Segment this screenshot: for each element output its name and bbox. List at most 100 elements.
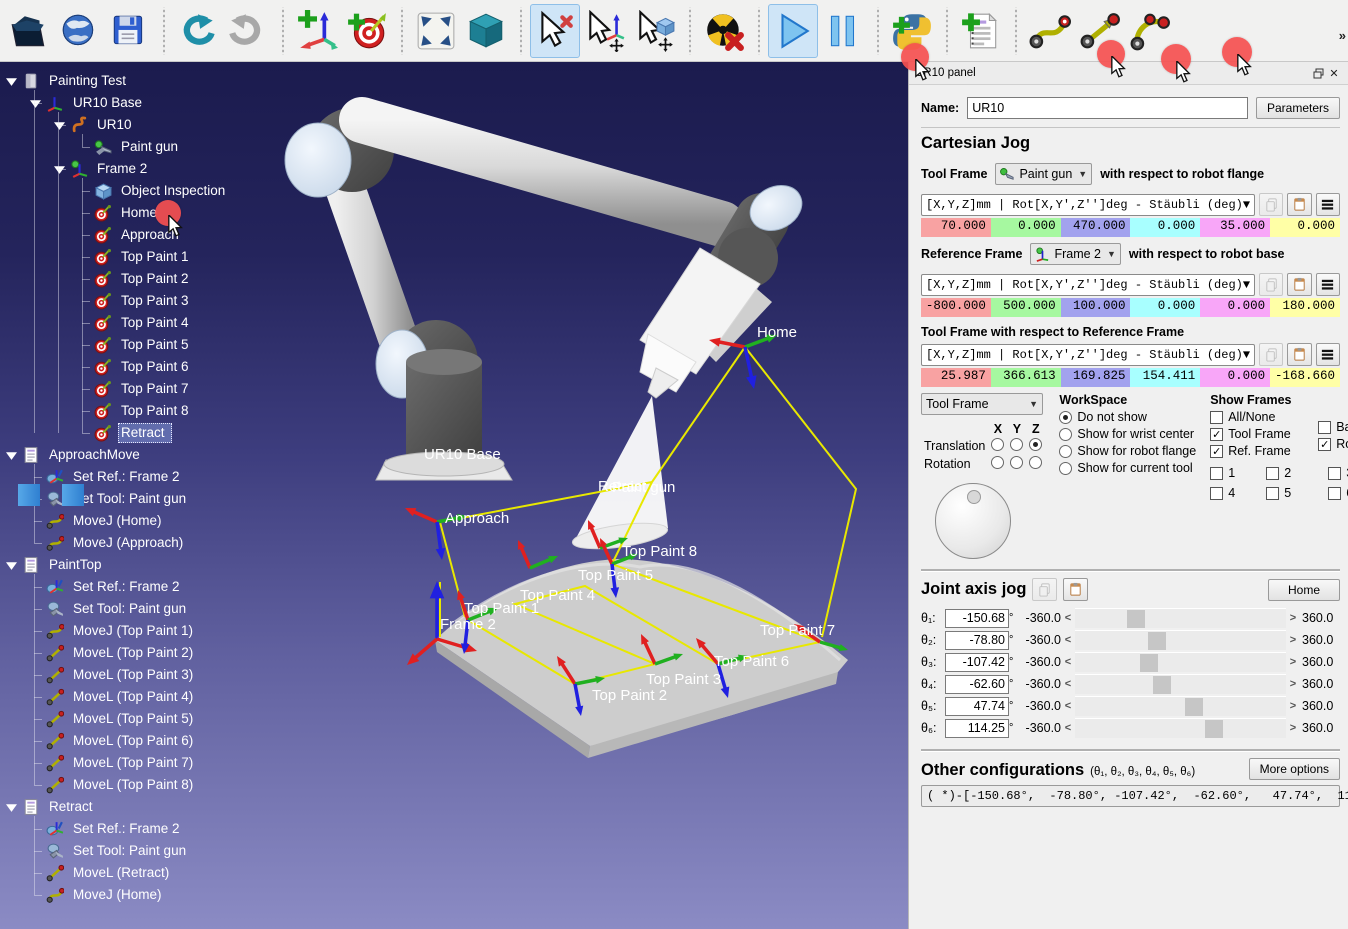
paste-pose-button-3[interactable] <box>1287 343 1311 366</box>
pose-menu-button[interactable] <box>1316 193 1340 216</box>
pose-menu-button-2[interactable] <box>1316 273 1340 296</box>
rotation-y-radio[interactable] <box>1010 456 1023 469</box>
joint-decrease-arrow[interactable]: < <box>1061 678 1075 690</box>
move-object-button[interactable] <box>630 4 680 58</box>
check-collisions-button[interactable] <box>699 4 749 58</box>
float-panel-icon[interactable] <box>1310 65 1326 81</box>
parameters-button[interactable]: Parameters <box>1256 97 1340 119</box>
slider-handle[interactable] <box>1153 676 1171 694</box>
redo-button[interactable] <box>223 4 273 58</box>
translation-z-radio[interactable] <box>1029 438 1042 451</box>
tree-item-top-paint-6[interactable]: Top Paint 6 <box>0 356 300 378</box>
jog-knob[interactable] <box>935 483 1011 559</box>
pose-menu-button-3[interactable] <box>1316 343 1340 366</box>
tree-item-top-paint-8[interactable]: Top Paint 8 <box>0 400 300 422</box>
frame-checkbox[interactable] <box>1318 421 1331 434</box>
tree-item-retract[interactable]: Retract <box>0 796 300 818</box>
joint-increase-arrow[interactable]: > <box>1286 656 1300 668</box>
joint-decrease-arrow[interactable]: < <box>1061 612 1075 624</box>
rotation-x-radio[interactable] <box>991 456 1004 469</box>
tree-item-retract[interactable]: Retract <box>0 422 300 444</box>
save-station-button[interactable] <box>104 4 154 58</box>
frame-checkbox[interactable] <box>1210 467 1223 480</box>
expand-arrow-icon[interactable] <box>4 74 18 88</box>
open-online-library-button[interactable] <box>54 4 104 58</box>
joint-increase-arrow[interactable]: > <box>1286 678 1300 690</box>
joint-3-input[interactable] <box>945 653 1009 672</box>
joint-1-input[interactable] <box>945 609 1009 628</box>
tree-item-top-paint-4[interactable]: Top Paint 4 <box>0 312 300 334</box>
rotation-z-radio[interactable] <box>1029 456 1042 469</box>
tree-item-movel-top-paint-4[interactable]: MoveL (Top Paint 4) <box>0 686 300 708</box>
frame-checkbox[interactable] <box>1266 487 1279 500</box>
joint-2-input[interactable] <box>945 631 1009 650</box>
isometric-view-button[interactable] <box>461 4 511 58</box>
tree-item-top-paint-2[interactable]: Top Paint 2 <box>0 268 300 290</box>
slider-handle[interactable] <box>1185 698 1203 716</box>
frame-checkbox[interactable]: ✓ <box>1318 438 1331 451</box>
more-options-button[interactable]: More options <box>1249 758 1340 780</box>
add-target-button[interactable] <box>342 4 392 58</box>
jog-mode-select[interactable]: Tool Frame▼ <box>921 393 1043 415</box>
joint-increase-arrow[interactable]: > <box>1286 634 1300 646</box>
move-reference-button[interactable] <box>580 4 630 58</box>
tree-item-painttop[interactable]: PaintTop <box>0 554 300 576</box>
tree-item-movel-top-paint-8[interactable]: MoveL (Top Paint 8) <box>0 774 300 796</box>
tree-item-movej-approach[interactable]: MoveJ (Approach) <box>0 532 300 554</box>
add-python-program-button[interactable] <box>887 4 937 58</box>
joint-decrease-arrow[interactable]: < <box>1061 700 1075 712</box>
pose-format-select-3[interactable]: [X,Y,Z]mm | Rot[X,Y',Z'']deg - Stäubli (… <box>921 344 1255 366</box>
translation-y-radio[interactable] <box>1010 438 1023 451</box>
tree-item-ur10[interactable]: UR10 <box>0 114 300 136</box>
tree-item-movel-top-paint-2[interactable]: MoveL (Top Paint 2) <box>0 642 300 664</box>
expand-arrow-icon[interactable] <box>4 448 18 462</box>
tree-item-painting-test[interactable]: Painting Test <box>0 70 300 92</box>
tree-item-top-paint-7[interactable]: Top Paint 7 <box>0 378 300 400</box>
tree-item-approachmove[interactable]: ApproachMove <box>0 444 300 466</box>
copy-pose-button-2[interactable] <box>1259 273 1283 296</box>
panel-titlebar[interactable]: UR10 panel ✕ <box>909 62 1348 85</box>
slider-handle[interactable] <box>1148 632 1166 650</box>
tree-item-paint-gun[interactable]: Paint gun <box>0 136 300 158</box>
add-program-button[interactable] <box>956 4 1006 58</box>
close-panel-icon[interactable]: ✕ <box>1326 65 1342 81</box>
joint-5-slider[interactable] <box>1075 696 1286 716</box>
tree-item-object-inspection[interactable]: Object Inspection <box>0 180 300 202</box>
toolbar-overflow-chevron[interactable]: » <box>1339 28 1346 43</box>
tree-item-top-paint-3[interactable]: Top Paint 3 <box>0 290 300 312</box>
add-reference-frame-button[interactable] <box>292 4 342 58</box>
joint-increase-arrow[interactable]: > <box>1286 722 1300 734</box>
workspace-radio[interactable] <box>1059 428 1072 441</box>
joint-increase-arrow[interactable]: > <box>1286 700 1300 712</box>
tool-frame-select[interactable]: Paint gun▼ <box>995 163 1092 185</box>
joint-decrease-arrow[interactable]: < <box>1061 634 1075 646</box>
expand-arrow-icon[interactable] <box>4 558 18 572</box>
movej-instruction-button[interactable] <box>1025 4 1075 58</box>
copy-pose-button-3[interactable] <box>1259 343 1283 366</box>
joint-5-input[interactable] <box>945 697 1009 716</box>
frame-checkbox[interactable] <box>1210 411 1223 424</box>
joint-decrease-arrow[interactable]: < <box>1061 656 1075 668</box>
slider-handle[interactable] <box>1205 720 1223 738</box>
home-button[interactable]: Home <box>1268 579 1340 601</box>
slider-handle[interactable] <box>1140 654 1158 672</box>
open-file-button[interactable] <box>4 4 54 58</box>
joint-3-slider[interactable] <box>1075 652 1286 672</box>
tree-item-set-tool-paint-gun[interactable]: Set Tool: Paint gun <box>0 840 300 862</box>
copy-pose-button[interactable] <box>1259 193 1283 216</box>
workspace-radio[interactable] <box>1059 462 1072 475</box>
tree-item-ur10-base[interactable]: UR10 Base <box>0 92 300 114</box>
tree-item-movel-top-paint-3[interactable]: MoveL (Top Paint 3) <box>0 664 300 686</box>
select-button[interactable] <box>530 4 580 58</box>
translation-x-radio[interactable] <box>991 438 1004 451</box>
pose-format-select[interactable]: [X,Y,Z]mm | Rot[X,Y',Z'']deg - Stäubli (… <box>921 194 1255 216</box>
tree-item-movel-top-paint-6[interactable]: MoveL (Top Paint 6) <box>0 730 300 752</box>
tree-item-approach[interactable]: Approach <box>0 224 300 246</box>
undo-button[interactable] <box>173 4 223 58</box>
tree-item-movel-top-paint-5[interactable]: MoveL (Top Paint 5) <box>0 708 300 730</box>
joint-4-input[interactable] <box>945 675 1009 694</box>
movel-instruction-button[interactable] <box>1075 4 1125 58</box>
frame-checkbox[interactable]: ✓ <box>1210 445 1223 458</box>
tree-item-set-ref-frame-2[interactable]: Set Ref.: Frame 2 <box>0 466 300 488</box>
movec-instruction-button[interactable] <box>1125 4 1175 58</box>
